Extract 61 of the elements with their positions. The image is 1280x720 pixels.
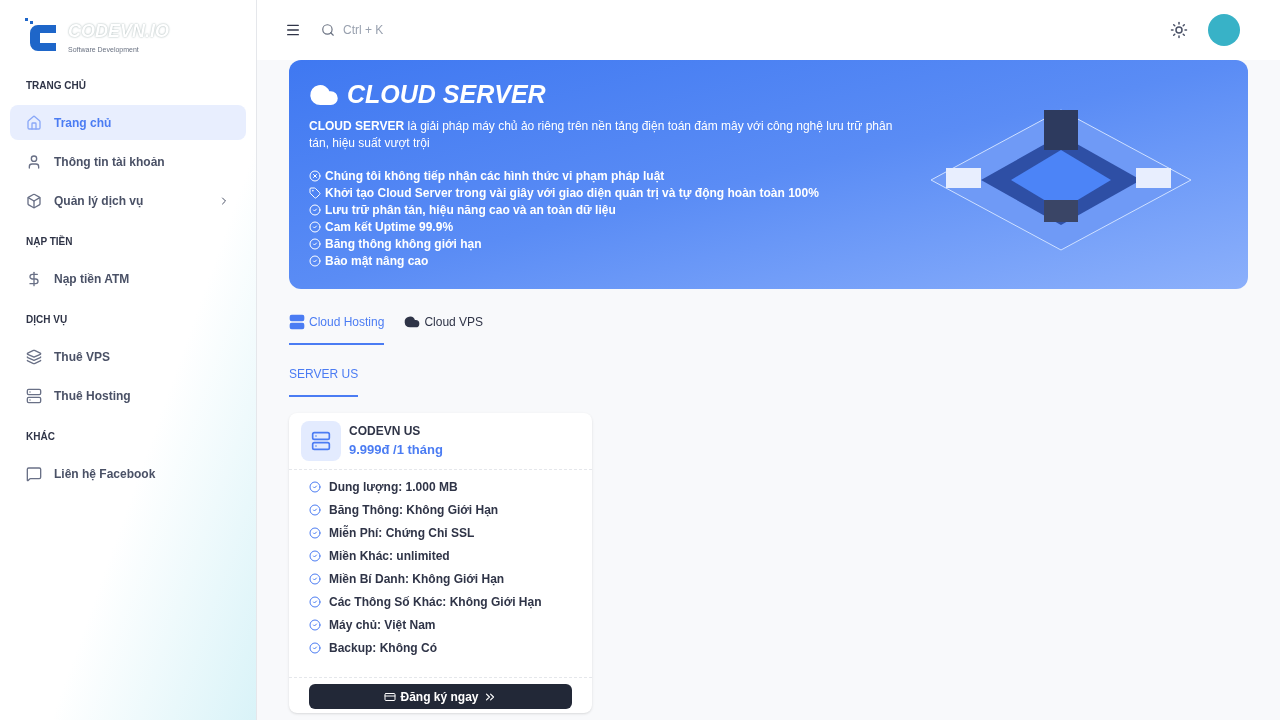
feature-text: Khởi tạo Cloud Server trong vài giây với giao diện quản trị và tự động hoàn toàn 100%	[325, 184, 819, 202]
section-heading: TRANG CHỦ	[25, 78, 87, 93]
tab[interactable]: Cloud Hosting	[289, 313, 385, 345]
plan-feature: Backup: Không Có	[329, 640, 437, 657]
search-field[interactable]: Ctrl + K	[343, 21, 463, 39]
server-icon	[26, 387, 42, 404]
server-icon	[311, 431, 331, 451]
tab[interactable]: SERVER US	[289, 365, 359, 397]
section-heading: KHÁC	[25, 429, 56, 444]
nav-item[interactable]: Quản lý dịch vụ	[10, 183, 246, 218]
tag-icon	[309, 187, 321, 199]
feature-text: Cam kết Uptime 99.9%	[325, 218, 454, 236]
server-icon	[289, 314, 305, 330]
plan-feature: Miền Khác: unlimited	[329, 548, 450, 565]
check-circle-icon	[309, 527, 321, 539]
banner-description: CLOUD SERVER là giải pháp máy chủ ảo riêng trên nền tảng điện toán đám mây với công nghệ lưu trữ phân tán, hiệu suất vượt trội	[309, 117, 894, 152]
sun-icon[interactable]	[1170, 21, 1188, 39]
register-button[interactable]: Đăng ký ngay	[309, 684, 572, 709]
plan-feature: Các Thông Số Khác: Không Giới Hạn	[329, 594, 542, 611]
check-circle-icon	[309, 221, 321, 233]
plan-feature: Máy chủ: Việt Nam	[329, 617, 436, 634]
layers-icon	[26, 348, 42, 365]
nav-item[interactable]: Thuê Hosting	[10, 378, 246, 413]
feature-text: Lưu trữ phân tán, hiệu năng cao và an toàn dữ liệu	[325, 201, 616, 219]
feature-text: Băng thông không giới hạn	[325, 235, 482, 253]
feature-text: Chúng tôi không tiếp nhận các hình thức vi phạm pháp luật	[325, 167, 665, 185]
section-heading: NẠP TIỀN	[25, 234, 74, 250]
nav-item[interactable]: Nạp tiền ATM	[10, 261, 246, 296]
check-circle-icon	[309, 596, 321, 608]
check-circle-icon	[309, 619, 321, 631]
banner-title: CLOUD SERVER	[347, 79, 546, 110]
dollar-icon	[26, 270, 42, 287]
box-icon	[26, 192, 42, 209]
nav-item[interactable]: Thông tin tài khoản	[10, 144, 246, 179]
check-circle-icon	[309, 204, 321, 216]
feature-text: Bảo mật nâng cao	[325, 252, 429, 270]
check-circle-icon	[309, 255, 321, 267]
check-circle-icon	[309, 504, 321, 516]
search-icon	[321, 23, 335, 37]
cloud-icon	[404, 314, 421, 330]
nav-item[interactable]: Thuê VPS	[10, 339, 246, 374]
check-circle-icon	[309, 550, 321, 562]
nav-item[interactable]: Liên hệ Facebook	[10, 456, 246, 491]
menu-icon[interactable]	[285, 22, 301, 38]
check-circle-icon	[309, 573, 321, 585]
plan-name: CODEVN US	[349, 423, 422, 441]
tab[interactable]: Cloud VPS	[404, 313, 484, 345]
plan-feature: Băng Thông: Không Giới Hạn	[329, 502, 499, 519]
plan-feature: Miễn Phí: Chứng Chỉ SSL	[329, 524, 475, 542]
section-heading: DỊCH VỤ	[25, 313, 69, 328]
card-icon	[384, 690, 397, 703]
check-circle-icon	[309, 238, 321, 250]
x-circle-icon	[309, 170, 321, 182]
chat-icon	[26, 465, 42, 482]
check-circle-icon	[309, 642, 321, 654]
home-icon	[26, 114, 42, 131]
plan-feature: Miền Bí Danh: Không Giới Hạn	[329, 571, 505, 588]
check-circle-icon	[309, 481, 321, 493]
plan-price: 9.999đ /1 tháng	[349, 441, 443, 460]
plan-feature: Dung lượng: 1.000 MB	[329, 479, 458, 496]
user-icon	[26, 153, 42, 170]
